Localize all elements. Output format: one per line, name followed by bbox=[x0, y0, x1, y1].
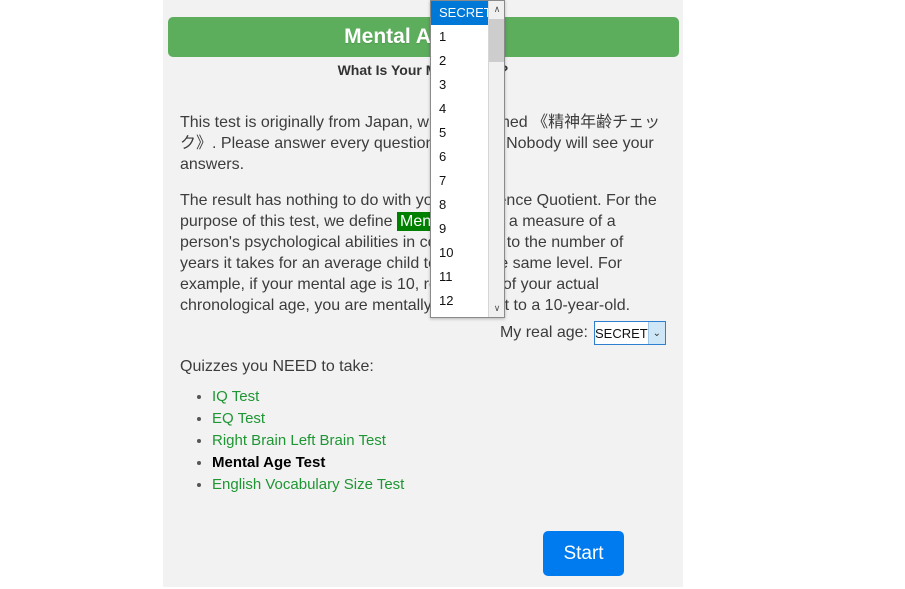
dropdown-option-3[interactable]: 3 bbox=[431, 73, 488, 97]
dropdown-option-4[interactable]: 4 bbox=[431, 97, 488, 121]
scroll-down-arrow-icon[interactable]: ∨ bbox=[489, 300, 504, 317]
list-item[interactable]: English Vocabulary Size Test bbox=[212, 474, 404, 496]
quiz-link-eq[interactable]: EQ Test bbox=[212, 410, 265, 427]
chevron-down-icon[interactable]: ⌄ bbox=[647, 322, 665, 344]
page-subtitle: What Is Your Mental Age? bbox=[337, 62, 509, 78]
quiz-link-right-brain-left-brain[interactable]: Right Brain Left Brain Test bbox=[212, 432, 386, 449]
quiz-link-iq[interactable]: IQ Test bbox=[212, 388, 259, 405]
dropdown-option-9[interactable]: 9 bbox=[431, 217, 488, 241]
dropdown-option-10[interactable]: 10 bbox=[431, 241, 488, 265]
list-item: Mental Age Test bbox=[212, 452, 404, 474]
dropdown-option-5[interactable]: 5 bbox=[431, 121, 488, 145]
quiz-link-english-vocabulary-size[interactable]: English Vocabulary Size Test bbox=[212, 476, 404, 493]
real-age-label: My real age: bbox=[499, 324, 588, 341]
real-age-row: My real age: SECRET ⌄ bbox=[180, 320, 666, 346]
quiz-page-container: Mental Age Test What Is Your Mental Age?… bbox=[163, 0, 683, 587]
quiz-link-mental-age-current: Mental Age Test bbox=[212, 454, 326, 471]
dropdown-option-6[interactable]: 6 bbox=[431, 145, 488, 169]
intro-text-after: . Please answer every question honestly.… bbox=[180, 135, 654, 173]
dropdown-scrollbar[interactable]: ∧ ∨ bbox=[488, 1, 504, 317]
dropdown-option-secret[interactable]: SECRET bbox=[431, 1, 488, 25]
age-dropdown-popup[interactable]: SECRET 1 2 3 4 5 6 7 8 9 10 11 12 ∧ ∨ bbox=[430, 0, 505, 318]
start-button[interactable]: Start bbox=[543, 531, 624, 576]
quizzes-heading: Quizzes you NEED to take: bbox=[180, 358, 374, 375]
dropdown-option-12[interactable]: 12 bbox=[431, 289, 488, 313]
list-item[interactable]: EQ Test bbox=[212, 408, 404, 430]
dropdown-option-1[interactable]: 1 bbox=[431, 25, 488, 49]
quiz-links-list: IQ Test EQ Test Right Brain Left Brain T… bbox=[180, 386, 404, 496]
definition-paragraph: The result has nothing to do with your I… bbox=[180, 190, 666, 316]
dropdown-option-11[interactable]: 11 bbox=[431, 265, 488, 289]
scrollbar-thumb[interactable] bbox=[489, 19, 504, 62]
dropdown-option-2[interactable]: 2 bbox=[431, 49, 488, 73]
age-dropdown-options[interactable]: SECRET 1 2 3 4 5 6 7 8 9 10 11 12 bbox=[431, 1, 488, 317]
dropdown-option-7[interactable]: 7 bbox=[431, 169, 488, 193]
intro-paragraph: This test is originally from Japan, whic… bbox=[180, 112, 666, 175]
list-item[interactable]: Right Brain Left Brain Test bbox=[212, 430, 404, 452]
real-age-select[interactable]: SECRET ⌄ bbox=[594, 321, 666, 345]
dropdown-option-8[interactable]: 8 bbox=[431, 193, 488, 217]
page-title-bar: Mental Age Test bbox=[168, 17, 679, 57]
list-item[interactable]: IQ Test bbox=[212, 386, 404, 408]
real-age-select-value: SECRET bbox=[595, 322, 648, 344]
scroll-up-arrow-icon[interactable]: ∧ bbox=[489, 1, 504, 18]
